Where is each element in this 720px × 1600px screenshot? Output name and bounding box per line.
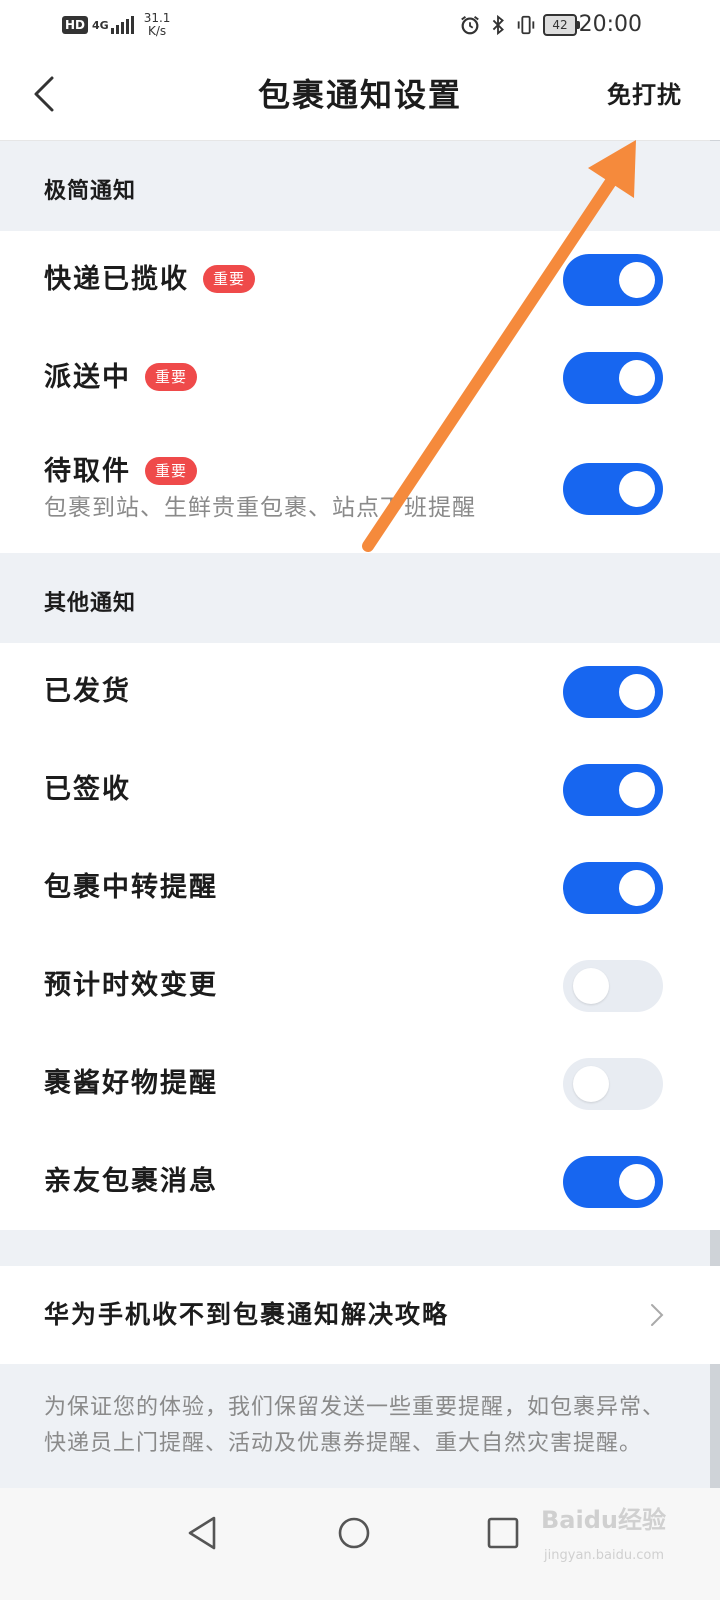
clock: 20:00 [578,12,642,37]
list-item-collected: 快递已揽收 重要 [0,231,720,329]
nav-home-icon[interactable] [329,1508,379,1558]
network-type: 4G [92,18,109,32]
disclaimer-text: 为保证您的体验，我们保留发送一些重要提醒，如包裹异常、快递员上门提醒、活动及优惠… [44,1395,666,1456]
speed-value: 31.1 [143,11,171,25]
hd-badge: HD [62,16,89,34]
nav-back-icon[interactable] [178,1508,228,1558]
watermark: Baidu经验 [541,1506,666,1534]
list-item-goods: 裹酱好物提醒 [0,1035,720,1133]
section-header-minimal: 极简通知 [0,141,720,231]
bluetooth-icon [492,14,504,36]
section-header-other: 其他通知 [0,553,720,643]
toggle-delivering[interactable] [563,352,663,404]
important-badge: 重要 [145,363,198,391]
list-item-signed: 已签收 [0,741,720,839]
toggle-goods[interactable] [563,1058,663,1110]
toggle-transit[interactable] [563,862,663,914]
header-bar: 包裹通知设置 免打扰 [0,50,720,141]
toggle-signed[interactable] [563,764,663,816]
row-label-text: 派送中 [44,362,131,393]
toggle-collected[interactable] [563,254,663,306]
watermark-url: jingyan.baidu.com [544,1548,664,1563]
list-item-transit: 包裹中转提醒 [0,839,720,937]
toggle-friends[interactable] [563,1156,663,1208]
speed-unit: K/s [147,24,167,38]
toggle-pickup[interactable] [563,463,663,515]
toggle-shipped[interactable] [563,666,663,718]
row-label: 裹酱好物提醒 [44,1068,218,1099]
status-bar: HD 4G 31.1 K/s 42 20:00 [0,0,720,50]
status-left: HD 4G 31.1 K/s [62,8,170,42]
row-label: 待取件 重要 [44,454,198,490]
row-label: 亲友包裹消息 [44,1166,218,1197]
row-label: 包裹中转提醒 [44,872,218,903]
network-speed: 31.1 K/s [144,12,171,38]
guide-link[interactable]: 华为手机收不到包裹通知解决攻略 [0,1266,720,1364]
chevron-right-icon [651,1304,664,1326]
list-item-friends: 亲友包裹消息 [0,1133,720,1230]
list-item-shipped: 已发货 [0,643,720,741]
list-item-delivering: 派送中 重要 [0,329,720,427]
battery-icon: 42 [543,14,580,36]
alarm-icon [461,15,479,35]
minimal-notifications-card: 快递已揽收 重要 派送中 重要 待取件 重要 包裹到站、生鲜贵重包裹、站点下班提醒 [0,231,720,553]
vibrate-icon [517,15,535,35]
important-badge: 重要 [145,457,198,485]
do-not-disturb-button[interactable]: 免打扰 [607,78,682,112]
row-label-text: 待取件 [44,456,131,487]
list-item-eta-change: 预计时效变更 [0,937,720,1035]
important-badge: 重要 [203,265,256,293]
signal-icon [110,16,134,34]
status-right: 42 [459,8,580,42]
row-subtitle: 包裹到站、生鲜贵重包裹、站点下班提醒 [44,495,476,521]
row-label: 预计时效变更 [44,970,218,1001]
row-label-text: 快递已揽收 [44,264,189,295]
nav-recents-icon[interactable] [478,1508,528,1558]
battery-level: 42 [543,14,577,36]
row-label: 派送中 重要 [44,360,198,396]
list-item-pickup: 待取件 重要 包裹到站、生鲜贵重包裹、站点下班提醒 [0,427,720,553]
other-notifications-card: 已发货 已签收 包裹中转提醒 预计时效变更 裹酱好物提醒 亲友包裹消息 [0,643,720,1230]
guide-link-label: 华为手机收不到包裹通知解决攻略 [44,1300,450,1329]
toggle-eta-change[interactable] [563,960,663,1012]
row-label: 已发货 [44,676,131,707]
row-label: 已签收 [44,774,131,805]
row-label: 快递已揽收 重要 [44,262,256,298]
